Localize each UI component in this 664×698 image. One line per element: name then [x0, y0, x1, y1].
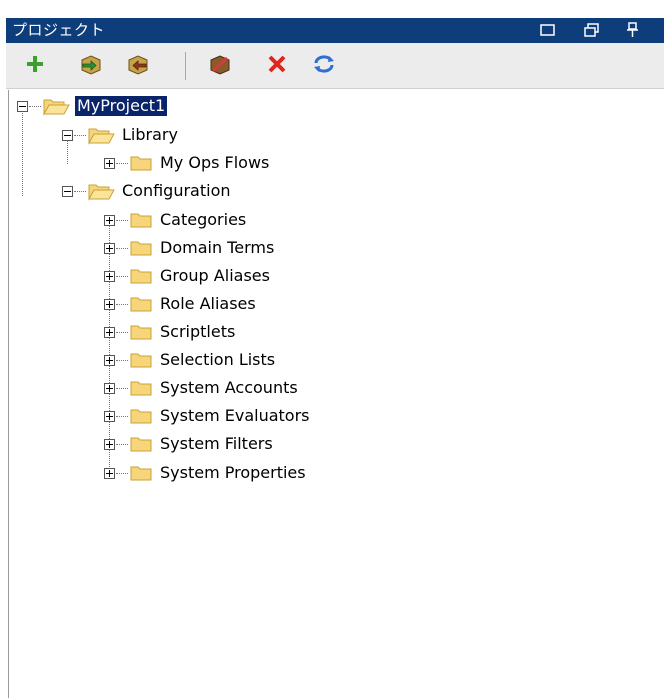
tree-connector [22, 108, 23, 196]
tree-node-label: System Filters [160, 434, 273, 453]
tree-node-library[interactable]: Library [62, 122, 180, 148]
panel-title: プロジェクト [12, 21, 106, 39]
expand-icon[interactable] [104, 467, 115, 479]
tree-node-label: System Accounts [160, 378, 298, 397]
toolbar [6, 43, 664, 89]
folder-icon [130, 297, 152, 312]
tree-node-label: Group Aliases [160, 266, 270, 285]
collapse-icon[interactable] [62, 185, 73, 197]
tree-node-label: Categories [160, 210, 247, 229]
tree-node-root[interactable]: MyProject1 [17, 93, 169, 119]
folder-icon [130, 437, 152, 452]
edit-icon[interactable] [207, 51, 233, 77]
folder-open-icon [43, 99, 70, 116]
tree-node-system-accounts[interactable]: System Accounts [104, 375, 300, 401]
collapse-icon[interactable] [17, 100, 28, 112]
project-panel: プロジェクト MyProject1 Library My Ops Flows C… [0, 0, 664, 698]
folder-icon [130, 353, 152, 368]
tree-node-categories[interactable]: Categories [104, 207, 248, 233]
folder-open-icon [88, 128, 115, 145]
expand-icon[interactable] [104, 410, 115, 422]
tree-node-domain-terms[interactable]: Domain Terms [104, 235, 276, 261]
folder-icon [130, 409, 152, 424]
tree-node-label: System Evaluators [160, 406, 310, 425]
tree-node-label: MyProject1 [73, 95, 169, 117]
tree-node-label: Scriptlets [160, 322, 236, 341]
tree-node-group-aliases[interactable]: Group Aliases [104, 263, 272, 289]
expand-icon[interactable] [104, 354, 115, 366]
folder-icon [130, 156, 152, 171]
expand-icon[interactable] [104, 326, 115, 338]
import-icon[interactable] [78, 51, 104, 77]
tree-node-label: System Properties [160, 463, 306, 482]
expand-icon[interactable] [104, 242, 115, 254]
refresh-icon[interactable] [311, 51, 337, 77]
tree-node-system-filters[interactable]: System Filters [104, 431, 275, 457]
tree-node-label: Selection Lists [160, 350, 276, 369]
toolbar-separator [185, 52, 186, 80]
tree-node-scriptlets[interactable]: Scriptlets [104, 319, 237, 345]
restore-icon[interactable] [583, 22, 601, 38]
expand-icon[interactable] [104, 270, 115, 282]
minimize-icon[interactable] [539, 22, 557, 38]
tree-node-my-ops-flows[interactable]: My Ops Flows [104, 150, 271, 176]
folder-icon [130, 381, 152, 396]
expand-icon[interactable] [104, 382, 115, 394]
folder-icon [130, 241, 152, 256]
tree-node-label: Domain Terms [160, 238, 275, 257]
tree-node-system-evaluators[interactable]: System Evaluators [104, 403, 312, 429]
tree-node-label: Library [122, 125, 178, 144]
expand-icon[interactable] [104, 157, 115, 169]
tree-node-system-properties[interactable]: System Properties [104, 460, 308, 486]
export-icon[interactable] [125, 51, 151, 77]
tree-node-role-aliases[interactable]: Role Aliases [104, 291, 258, 317]
expand-icon[interactable] [104, 214, 115, 226]
add-icon[interactable] [22, 51, 48, 77]
collapse-icon[interactable] [62, 129, 73, 141]
delete-icon[interactable] [264, 51, 290, 77]
panel-titlebar: プロジェクト [6, 18, 664, 43]
folder-icon [130, 466, 152, 481]
expand-icon[interactable] [104, 298, 115, 310]
folder-icon [130, 269, 152, 284]
pin-icon[interactable] [624, 22, 642, 38]
tree-node-selection-lists[interactable]: Selection Lists [104, 347, 277, 373]
tree-node-label: My Ops Flows [160, 153, 270, 172]
folder-icon [130, 325, 152, 340]
folder-open-icon [88, 184, 115, 201]
tree-node-configuration[interactable]: Configuration [62, 178, 233, 204]
folder-icon [130, 213, 152, 228]
tree-node-label: Configuration [122, 181, 231, 200]
tree-node-label: Role Aliases [160, 294, 256, 313]
project-tree: MyProject1 Library My Ops Flows Configur… [8, 90, 664, 698]
expand-icon[interactable] [104, 438, 115, 450]
